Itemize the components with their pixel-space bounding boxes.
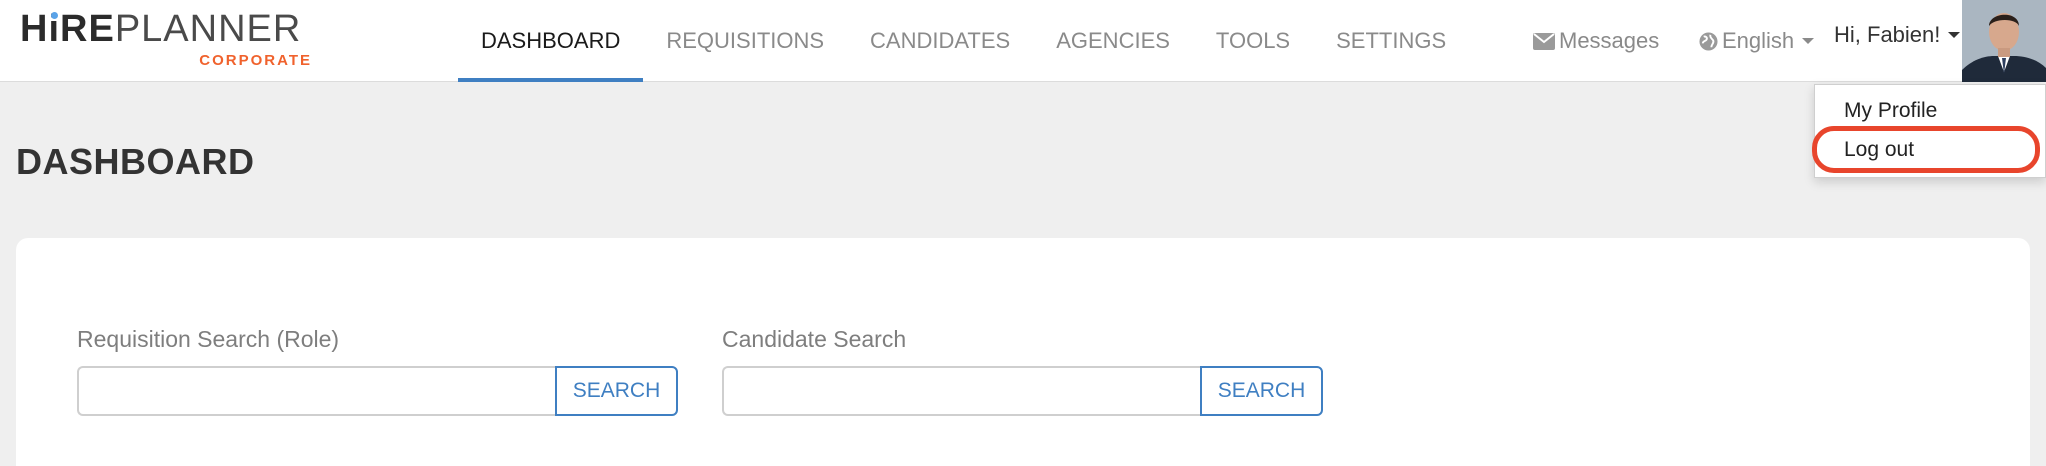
candidate-search-input[interactable] bbox=[722, 366, 1200, 416]
user-photo-icon bbox=[1962, 0, 2046, 82]
tab-requisitions[interactable]: REQUISITIONS bbox=[643, 0, 847, 82]
requisition-search-button[interactable]: SEARCH bbox=[555, 366, 678, 416]
user-menu-toggle[interactable]: Hi, Fabien! bbox=[1834, 0, 1961, 76]
chevron-down-icon bbox=[1802, 38, 1815, 44]
main-nav-tabs: DASHBOARD REQUISITIONS CANDIDATES AGENCI… bbox=[458, 0, 1469, 82]
messages-link[interactable]: Messages bbox=[1533, 0, 1659, 82]
dashboard-search-card: Requisition Search (Role) SEARCH Candida… bbox=[16, 238, 2030, 466]
user-dropdown-menu: My Profile Log out bbox=[1814, 84, 2046, 178]
candidate-search-group: Candidate Search SEARCH bbox=[722, 326, 1323, 416]
tab-candidates[interactable]: CANDIDATES bbox=[847, 0, 1033, 82]
page-title: DASHBOARD bbox=[16, 141, 255, 182]
requisition-search-row: SEARCH bbox=[77, 366, 678, 416]
logo-letters-re: RE bbox=[60, 8, 115, 50]
menu-item-my-profile[interactable]: My Profile bbox=[1844, 99, 1937, 123]
chevron-down-icon bbox=[1948, 32, 1961, 38]
language-dropdown[interactable]: English bbox=[1699, 0, 1815, 82]
messages-label: Messages bbox=[1559, 28, 1660, 53]
tab-dashboard[interactable]: DASHBOARD bbox=[458, 0, 644, 82]
hireplanner-logo[interactable]: HiREPLANNER CORPORATE bbox=[20, 10, 320, 69]
candidate-search-button[interactable]: SEARCH bbox=[1200, 366, 1323, 416]
user-greeting: Hi, Fabien! bbox=[1834, 22, 1941, 47]
avatar[interactable] bbox=[1962, 0, 2046, 82]
logo-letter-i: i bbox=[48, 10, 60, 48]
logo-wordmark: HiREPLANNER bbox=[20, 10, 301, 48]
globe-icon bbox=[1699, 31, 1718, 51]
logo-letters-planner: PLANNER bbox=[114, 8, 302, 50]
requisition-search-group: Requisition Search (Role) SEARCH bbox=[77, 326, 678, 416]
candidate-search-row: SEARCH bbox=[722, 366, 1323, 416]
tab-agencies[interactable]: AGENCIES bbox=[1033, 0, 1193, 82]
language-label: English bbox=[1722, 28, 1795, 53]
tab-tools[interactable]: TOOLS bbox=[1193, 0, 1313, 82]
top-navbar: HiREPLANNER CORPORATE DASHBOARD REQUISIT… bbox=[0, 0, 2046, 82]
requisition-search-input[interactable] bbox=[77, 366, 555, 416]
candidate-search-label: Candidate Search bbox=[722, 326, 907, 352]
logo-letters-h: H bbox=[20, 8, 49, 50]
logo-subtitle: CORPORATE bbox=[199, 52, 312, 69]
envelope-icon bbox=[1533, 32, 1555, 50]
requisition-search-label: Requisition Search (Role) bbox=[77, 326, 340, 352]
menu-item-log-out[interactable]: Log out bbox=[1844, 138, 1914, 162]
tab-settings[interactable]: SETTINGS bbox=[1313, 0, 1469, 82]
